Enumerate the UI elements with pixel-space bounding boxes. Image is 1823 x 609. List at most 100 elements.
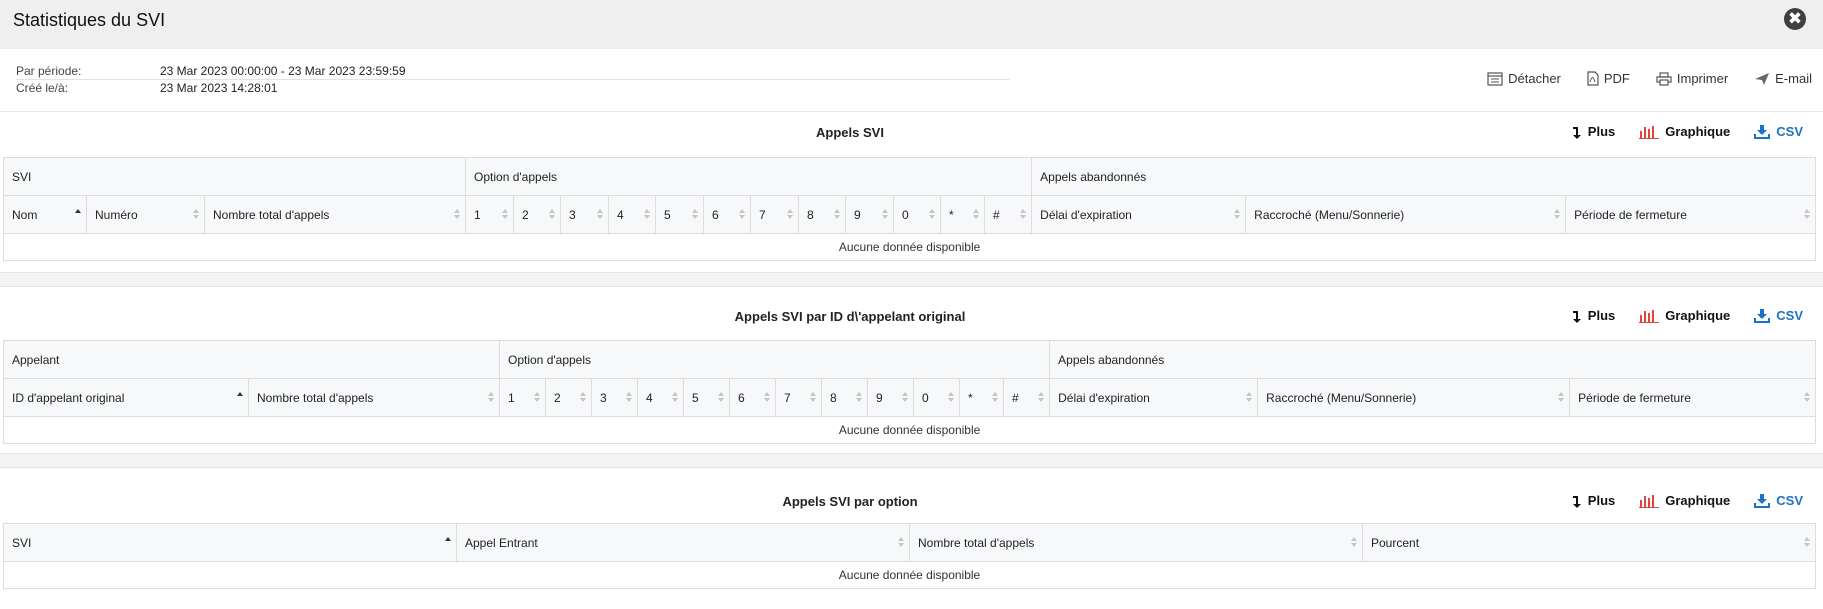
arrow-down-icon <box>1572 310 1581 323</box>
sort-icon[interactable] <box>929 209 936 219</box>
more-button[interactable]: Plus <box>1572 308 1615 323</box>
column-header[interactable]: Raccroché (Menu/Sonnerie) <box>1257 378 1571 417</box>
sort-icon[interactable] <box>1804 392 1811 402</box>
column-header[interactable]: # <box>984 195 1033 234</box>
column-header[interactable]: 3 <box>591 378 638 417</box>
download-icon <box>1754 493 1771 508</box>
sort-icon[interactable] <box>1234 209 1241 219</box>
column-header[interactable]: SVI <box>3 523 457 562</box>
sort-icon[interactable] <box>787 209 794 219</box>
sort-icon[interactable] <box>454 209 461 219</box>
column-header[interactable]: Nombre total d'appels <box>248 378 500 417</box>
sort-asc-icon[interactable] <box>75 209 81 219</box>
csv-label: CSV <box>1776 493 1803 508</box>
sort-icon[interactable] <box>549 209 556 219</box>
sort-icon[interactable] <box>193 209 199 219</box>
sort-icon[interactable] <box>597 209 604 219</box>
sort-icon[interactable] <box>488 392 494 402</box>
sort-icon[interactable] <box>1558 392 1565 402</box>
chart-button[interactable]: Graphique <box>1639 124 1730 139</box>
column-header[interactable]: 2 <box>513 195 562 234</box>
column-header[interactable]: 4 <box>637 378 684 417</box>
column-header-label: 2 <box>554 390 561 405</box>
column-header[interactable]: * <box>959 378 1004 417</box>
sort-icon[interactable] <box>1554 209 1561 219</box>
column-header[interactable]: Nombre total d'appels <box>909 523 1363 562</box>
chart-button[interactable]: Graphique <box>1639 308 1730 323</box>
csv-button[interactable]: CSV <box>1754 124 1803 139</box>
pdf-button[interactable]: PDF <box>1587 71 1630 86</box>
column-header[interactable]: 8 <box>821 378 868 417</box>
email-button[interactable]: E-mail <box>1754 71 1812 86</box>
column-header[interactable]: Numéro <box>86 195 205 234</box>
sort-icon[interactable] <box>1804 537 1810 547</box>
column-header[interactable]: 6 <box>703 195 752 234</box>
column-header[interactable]: 9 <box>845 195 895 234</box>
period-value: 23 Mar 2023 00:00:00 - 23 Mar 2023 23:59… <box>160 64 406 78</box>
more-button[interactable]: Plus <box>1572 124 1615 139</box>
sort-icon[interactable] <box>1246 392 1253 402</box>
sort-icon[interactable] <box>764 392 770 402</box>
column-header[interactable]: Délai d'expiration <box>1049 378 1259 417</box>
csv-button[interactable]: CSV <box>1754 308 1803 323</box>
sort-icon[interactable] <box>644 209 651 219</box>
column-header[interactable]: 5 <box>655 195 705 234</box>
column-header[interactable]: 5 <box>683 378 730 417</box>
column-header[interactable]: Période de fermeture <box>1569 378 1817 417</box>
column-header[interactable]: 4 <box>608 195 657 234</box>
column-header[interactable]: Période de fermeture <box>1565 195 1817 234</box>
column-header[interactable]: ID d'appelant original <box>3 378 249 417</box>
sort-icon[interactable] <box>502 209 509 219</box>
column-header[interactable]: Appel Entrant <box>456 523 910 562</box>
column-header[interactable]: 7 <box>775 378 822 417</box>
column-header[interactable]: 1 <box>465 195 515 234</box>
sort-icon[interactable] <box>856 392 862 402</box>
column-header[interactable]: Nom <box>3 195 87 234</box>
created-value: 23 Mar 2023 14:28:01 <box>160 81 278 95</box>
column-header[interactable]: 0 <box>913 378 960 417</box>
sort-icon[interactable] <box>948 392 954 402</box>
period-row: Par période: 23 Mar 2023 00:00:00 - 23 Ma… <box>16 64 406 78</box>
sort-icon[interactable] <box>692 209 699 219</box>
sort-icon[interactable] <box>1020 209 1027 219</box>
column-header[interactable]: Nombre total d'appels <box>203 195 467 234</box>
close-icon[interactable]: ✖ <box>1784 8 1806 30</box>
column-header[interactable]: 7 <box>750 195 800 234</box>
csv-button[interactable]: CSV <box>1754 493 1803 508</box>
sort-icon[interactable] <box>534 392 540 402</box>
column-header-label: 1 <box>474 207 481 222</box>
column-header[interactable]: 9 <box>867 378 914 417</box>
column-header[interactable]: 0 <box>893 195 942 234</box>
column-header[interactable]: 8 <box>798 195 847 234</box>
sort-icon[interactable] <box>882 209 889 219</box>
column-header[interactable]: Raccroché (Menu/Sonnerie) <box>1245 195 1567 234</box>
sort-icon[interactable] <box>580 392 586 402</box>
sort-icon[interactable] <box>902 392 908 402</box>
column-header[interactable]: 2 <box>545 378 592 417</box>
column-header[interactable]: 1 <box>499 378 546 417</box>
sort-icon[interactable] <box>1038 392 1045 402</box>
sort-asc-icon[interactable] <box>445 537 451 547</box>
sort-icon[interactable] <box>1351 537 1357 547</box>
sort-icon[interactable] <box>992 392 998 402</box>
sort-icon[interactable] <box>973 209 980 219</box>
column-header[interactable]: * <box>940 195 986 234</box>
sort-icon[interactable] <box>1804 209 1811 219</box>
chart-button[interactable]: Graphique <box>1639 493 1730 508</box>
detach-button[interactable]: Détacher <box>1487 71 1561 86</box>
more-button[interactable]: Plus <box>1572 493 1615 508</box>
sort-icon[interactable] <box>810 392 816 402</box>
sort-icon[interactable] <box>672 392 678 402</box>
sort-asc-icon[interactable] <box>237 392 243 402</box>
sort-icon[interactable] <box>898 537 904 547</box>
column-header[interactable]: 3 <box>560 195 610 234</box>
column-header[interactable]: Pourcent <box>1362 523 1816 562</box>
column-header[interactable]: 6 <box>729 378 776 417</box>
sort-icon[interactable] <box>626 392 632 402</box>
column-header[interactable]: # <box>1002 378 1051 417</box>
column-header[interactable]: Délai d'expiration <box>1031 195 1247 234</box>
sort-icon[interactable] <box>739 209 746 219</box>
sort-icon[interactable] <box>834 209 841 219</box>
print-button[interactable]: Imprimer <box>1656 71 1728 86</box>
sort-icon[interactable] <box>718 392 724 402</box>
